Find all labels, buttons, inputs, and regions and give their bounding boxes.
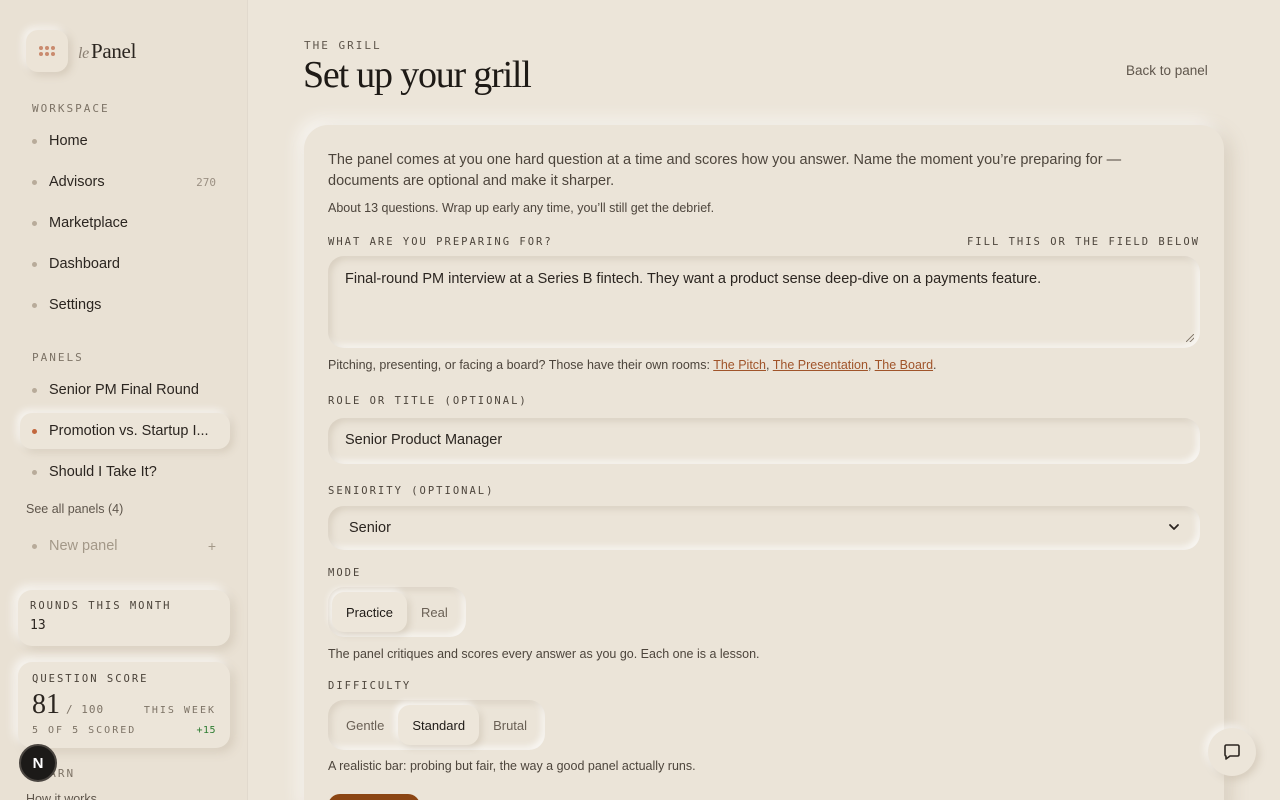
preparing-textarea[interactable]: Final-round PM interview at a Series B f… bbox=[328, 256, 1200, 348]
the-presentation-link[interactable]: The Presentation bbox=[773, 358, 868, 372]
difficulty-standard-button[interactable]: Standard bbox=[398, 705, 480, 745]
chevron-down-icon bbox=[1169, 524, 1179, 530]
page-eyebrow: THE GRILL bbox=[304, 39, 382, 52]
chat-icon bbox=[1224, 744, 1240, 760]
role-label: ROLE OR TITLE (OPTIONAL) bbox=[328, 395, 528, 407]
mode-real-button[interactable]: Real bbox=[407, 592, 462, 632]
sub-intro-text: About 13 questions. Wrap up early any ti… bbox=[328, 201, 715, 215]
bullet-icon bbox=[32, 387, 37, 393]
sidebar-item-marketplace[interactable]: Marketplace bbox=[20, 205, 230, 241]
avatar[interactable]: N bbox=[19, 744, 57, 782]
page-title: Set up your grill bbox=[303, 54, 532, 96]
rooms-hint: Pitching, presenting, or facing a board?… bbox=[328, 358, 937, 372]
plus-icon: + bbox=[207, 538, 216, 554]
workspace-section-label: WORKSPACE bbox=[32, 102, 110, 115]
mode-description: The panel critiques and scores every ans… bbox=[328, 647, 760, 661]
advisors-count: 270 bbox=[196, 175, 216, 189]
the-board-link[interactable]: The Board bbox=[875, 358, 933, 372]
new-panel-button[interactable]: New panel + bbox=[20, 528, 230, 564]
score-delta: +15 bbox=[196, 725, 216, 736]
mode-toggle: Practice Real bbox=[328, 587, 466, 637]
mode-practice-button[interactable]: Practice bbox=[332, 592, 407, 632]
mode-label: MODE bbox=[328, 567, 362, 579]
sidebar-item-home[interactable]: Home bbox=[20, 123, 230, 159]
preparing-hint: FILL THIS OR THE FIELD BELOW bbox=[966, 236, 1200, 248]
brand-logo[interactable]: lePanel bbox=[78, 39, 136, 64]
bullet-icon bbox=[32, 179, 37, 185]
bullet-icon bbox=[32, 138, 37, 144]
rounds-card: ROUNDS THIS MONTH 13 bbox=[18, 590, 230, 646]
sidebar: lePanel WORKSPACE Home Advisors 270 Mark… bbox=[0, 0, 248, 800]
seniority-select[interactable]: Senior bbox=[328, 506, 1200, 550]
bullet-icon bbox=[32, 428, 37, 434]
seniority-label: SENIORITY (OPTIONAL) bbox=[328, 485, 495, 497]
grid-dots-icon bbox=[39, 46, 55, 56]
bullet-icon bbox=[32, 261, 37, 267]
start-button[interactable] bbox=[328, 794, 420, 800]
bullet-icon bbox=[32, 469, 37, 475]
rounds-value: 13 bbox=[30, 618, 46, 633]
question-score-card: QUESTION SCORE 81 / 100 THIS WEEK 5 OF 5… bbox=[18, 662, 230, 748]
score-value: 81 bbox=[32, 689, 60, 720]
preparing-label: WHAT ARE YOU PREPARING FOR? bbox=[328, 236, 553, 248]
sidebar-item-settings[interactable]: Settings bbox=[20, 287, 230, 323]
back-to-panel-link[interactable]: Back to panel bbox=[1126, 63, 1208, 78]
bullet-icon bbox=[32, 543, 37, 549]
sidebar-item-dashboard[interactable]: Dashboard bbox=[20, 246, 230, 282]
see-all-panels-link[interactable]: See all panels (4) bbox=[26, 502, 123, 516]
role-input[interactable]: Senior Product Manager bbox=[328, 418, 1200, 464]
the-pitch-link[interactable]: The Pitch bbox=[713, 358, 766, 372]
difficulty-label: DIFFICULTY bbox=[328, 680, 412, 692]
sidebar-item-panel-active[interactable]: Promotion vs. Startup I... bbox=[20, 413, 230, 449]
bullet-icon bbox=[32, 302, 37, 308]
sidebar-item-advisors[interactable]: Advisors 270 bbox=[20, 164, 230, 200]
panels-section-label: PANELS bbox=[32, 351, 84, 364]
menu-button[interactable] bbox=[26, 30, 68, 72]
brand: lePanel bbox=[26, 30, 136, 72]
difficulty-toggle: Gentle Standard Brutal bbox=[328, 700, 546, 750]
difficulty-description: A realistic bar: probing but fair, the w… bbox=[328, 759, 696, 773]
difficulty-gentle-button[interactable]: Gentle bbox=[332, 705, 398, 745]
chat-button[interactable] bbox=[1208, 728, 1256, 776]
bullet-icon bbox=[32, 220, 37, 226]
sidebar-item-panel[interactable]: Should I Take It? bbox=[20, 454, 230, 490]
how-it-works-link[interactable]: How it works bbox=[26, 792, 97, 800]
difficulty-brutal-button[interactable]: Brutal bbox=[479, 705, 541, 745]
resize-handle-icon[interactable] bbox=[1186, 334, 1194, 342]
intro-text: The panel comes at you one hard question… bbox=[328, 152, 1122, 189]
sidebar-item-panel[interactable]: Senior PM Final Round bbox=[20, 372, 230, 408]
